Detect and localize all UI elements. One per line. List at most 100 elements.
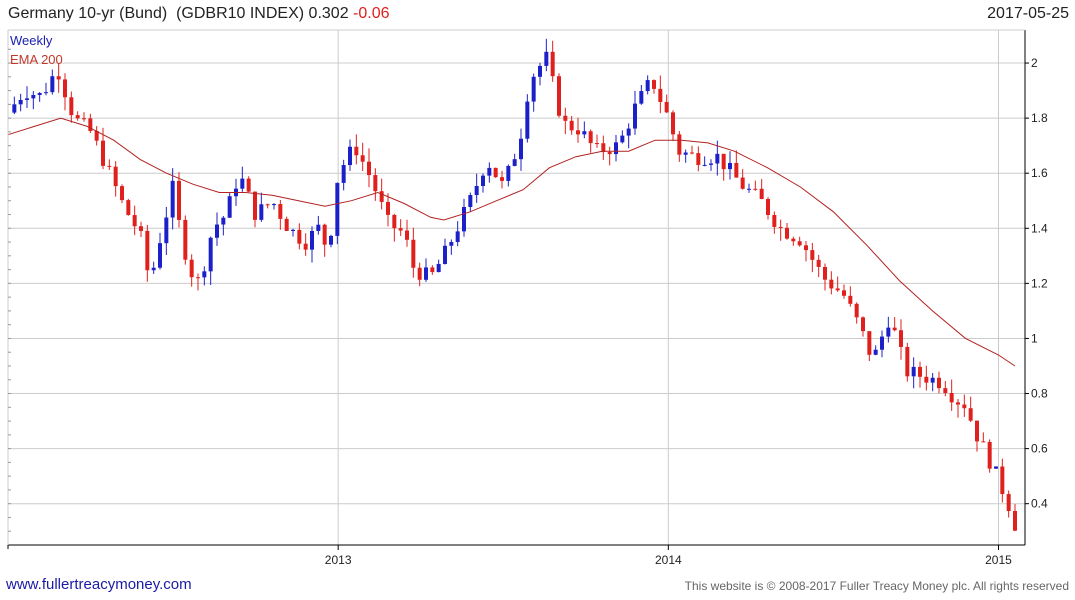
candlesticks: [12, 38, 1017, 532]
candle-body: [132, 215, 137, 227]
candle-body: [987, 441, 992, 469]
candle-body: [905, 346, 910, 377]
candle-body: [785, 227, 789, 239]
candle-body: [658, 88, 663, 102]
candle-body: [335, 182, 340, 236]
candle-body: [272, 204, 276, 206]
candle-body: [766, 198, 770, 216]
candle-body: [487, 167, 492, 176]
candle-body: [671, 112, 675, 135]
candle-body: [177, 180, 181, 220]
candle-body: [709, 163, 713, 165]
candle-body: [519, 138, 523, 160]
candle-body: [924, 376, 929, 383]
candle-body: [468, 195, 473, 208]
candle-body: [164, 217, 169, 244]
candle-body: [829, 279, 834, 289]
candle-body: [1000, 466, 1005, 495]
candle-body: [639, 91, 644, 104]
candle-body: [867, 331, 872, 355]
candle-body: [614, 142, 618, 155]
candle-body: [715, 153, 720, 164]
legend-ema-200: EMA 200: [10, 52, 63, 67]
candle-body: [265, 204, 270, 206]
y-tick-label: 0.8: [1031, 387, 1048, 401]
candle-body: [880, 336, 884, 350]
candle-body: [449, 241, 454, 246]
candle-body: [50, 76, 55, 93]
candle-body: [740, 177, 745, 189]
candle-body: [664, 101, 669, 113]
candle-body: [899, 330, 903, 347]
copyright-notice: This website is © 2008-2017 Fuller Treac…: [684, 579, 1069, 593]
website-link[interactable]: www.fullertreacymoney.com: [6, 576, 192, 593]
y-tick-label: 2: [1031, 56, 1038, 70]
candle-body: [506, 165, 511, 181]
candle-body: [918, 366, 922, 377]
candle-body: [563, 115, 568, 121]
candle-body: [816, 259, 821, 267]
candle-body: [550, 51, 555, 77]
candle-body: [417, 267, 422, 280]
x-tick-label: 2015: [985, 553, 1012, 567]
candle-body: [360, 155, 365, 162]
candle-body: [544, 51, 549, 66]
candle-body: [772, 215, 777, 227]
candle-body: [436, 263, 441, 273]
candle-body: [728, 162, 732, 170]
candle-body: [576, 130, 580, 135]
candle-body: [44, 92, 48, 94]
candle-body: [126, 200, 131, 216]
candle-body: [398, 228, 403, 231]
candle-body: [595, 143, 599, 145]
candle-body: [63, 79, 67, 98]
candle-body: [386, 201, 390, 215]
candle-body: [810, 250, 815, 260]
candle-body: [582, 131, 587, 135]
candle-body: [956, 402, 960, 405]
candle-body: [702, 164, 707, 166]
candle-body: [930, 377, 935, 383]
candle-body: [690, 152, 694, 154]
candle-body: [69, 97, 74, 116]
candle-body: [753, 188, 758, 190]
candle-body: [633, 103, 637, 129]
candle-body: [683, 152, 688, 155]
candle-body: [158, 243, 162, 268]
candle-body: [322, 224, 327, 245]
candle-body: [253, 191, 257, 220]
candle-body: [462, 207, 466, 232]
candle-body: [37, 93, 42, 96]
candle-body: [873, 349, 878, 355]
candle-body: [208, 237, 213, 272]
candle-body: [557, 76, 561, 116]
candle-body: [994, 466, 998, 469]
candle-body: [189, 259, 194, 278]
y-tick-label: 0.4: [1031, 497, 1048, 511]
candle-body: [443, 245, 447, 264]
candle-body: [842, 290, 846, 296]
candle-body: [975, 420, 979, 442]
candle-body: [892, 327, 897, 331]
candle-body: [848, 295, 853, 304]
candle-body: [512, 159, 517, 166]
candle-body: [430, 267, 435, 273]
candle-body: [791, 238, 796, 242]
candle-body: [677, 134, 682, 155]
candle-body: [968, 408, 973, 421]
candle-body: [721, 153, 726, 170]
candle-body: [170, 180, 175, 218]
candle-body: [481, 175, 485, 187]
candle-body: [151, 267, 156, 271]
price-chart: 0.4 0.6 0.8 1 1.2 1.4 1.6 1.8 2 2013 2014 2015 Week…: [7, 29, 1048, 567]
candle-body: [379, 191, 384, 202]
candle-body: [329, 235, 333, 245]
candle-body: [215, 224, 219, 238]
candle-body: [1006, 494, 1011, 511]
candle-body: [911, 366, 916, 377]
candle-body: [246, 178, 251, 192]
candle-body: [823, 266, 827, 280]
gridlines: [8, 30, 1025, 545]
candle-body: [310, 230, 314, 250]
x-tick-label: 2013: [325, 553, 352, 567]
